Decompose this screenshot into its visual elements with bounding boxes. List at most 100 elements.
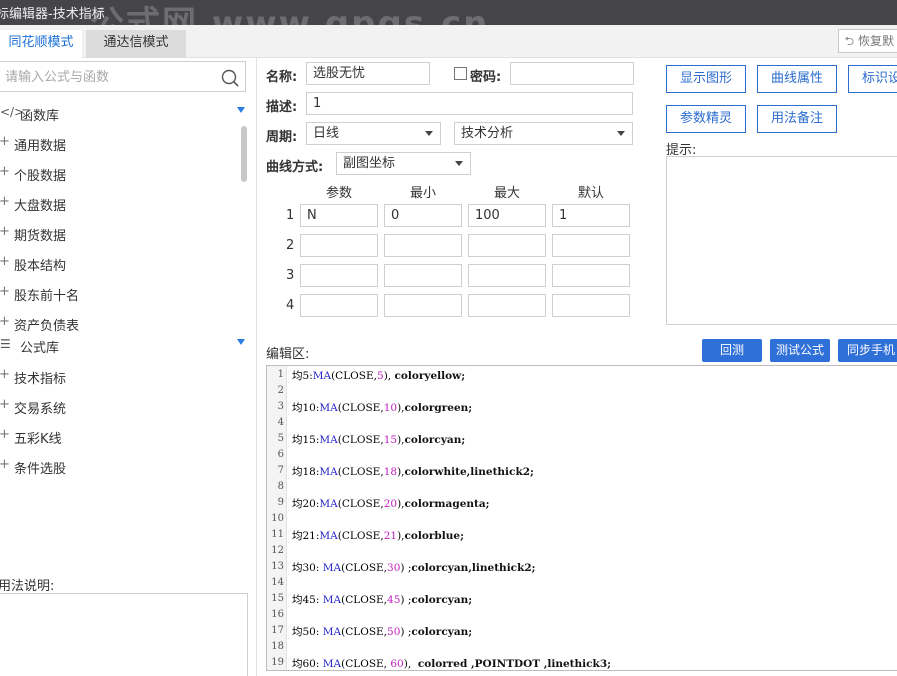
param-default-cell[interactable] <box>552 264 630 287</box>
code-token-name: 均21 <box>292 530 316 542</box>
code-token-arg: 21 <box>383 530 398 542</box>
line-number: 2 <box>277 385 284 396</box>
tree-item-label: 条件选股 <box>14 462 67 477</box>
curve-properties-button[interactable]: 曲线属性 <box>757 65 837 93</box>
code-line: 均10:MA(CLOSE,10),colorgreen; <box>292 400 472 415</box>
line-number: 7 <box>277 465 284 476</box>
code-token-literal: MA <box>322 562 342 574</box>
expand-plus-icon: + <box>0 194 10 209</box>
category-select[interactable]: 技术分析 <box>454 122 633 145</box>
line-number: 13 <box>271 561 284 572</box>
code-token-sep: : <box>315 626 323 638</box>
code-token-arg: 15 <box>383 434 398 446</box>
tree-item[interactable]: + 技术指标 <box>0 364 230 388</box>
search-icon[interactable] <box>220 68 240 88</box>
usage-label: 用法说明: <box>0 579 55 594</box>
param-max-cell[interactable] <box>468 234 546 257</box>
param-min-cell[interactable] <box>384 294 462 317</box>
expand-plus-icon: + <box>0 427 10 442</box>
code-line: 均45: MA(CLOSE,45) ;colorcyan; <box>292 592 472 607</box>
password-checkbox[interactable] <box>454 67 467 80</box>
code-token-name: 均50 <box>292 626 316 638</box>
code-token-literal: MA <box>319 498 338 510</box>
code-token-name: 均5 <box>292 370 310 382</box>
code-editor[interactable]: 1 均5:MA(CLOSE,5), coloryellow; 2 3 均10:MA(CL… <box>266 365 897 671</box>
tree-group-formula-library[interactable]: ☰ 公式库 <box>0 334 245 358</box>
left-panel: </> 函数库 + 通用数据 + 个股数据 + 大盘数据 + 期货数据 + 股本结构 + 股… <box>0 58 257 676</box>
sync-phone-button[interactable]: 同步手机 <box>838 339 897 362</box>
tree-item-label: 股本结构 <box>14 259 67 274</box>
show-chart-button[interactable]: 显示图形 <box>666 65 746 93</box>
tree-item-label: 资产负债表 <box>14 319 80 334</box>
restore-default-button[interactable]: ⮌ 恢复默 <box>837 29 897 53</box>
tree-item[interactable]: + 期货数据 <box>0 221 230 245</box>
search-input[interactable] <box>5 67 205 87</box>
tree-item[interactable]: + 大盘数据 <box>0 191 230 215</box>
code-token-literal: (CLOSE, <box>337 530 384 542</box>
param-default-cell[interactable] <box>552 294 630 317</box>
code-line: 均60: MA(CLOSE, 60), colorred ,POINTDOT ,… <box>292 656 611 670</box>
category-select-value: 技术分析 <box>461 126 514 141</box>
param-max-cell[interactable] <box>468 264 546 287</box>
chevron-down-icon <box>237 107 245 113</box>
usage-description-box[interactable] <box>0 593 248 676</box>
param-max-cell[interactable]: 100 <box>468 204 546 227</box>
param-name-cell[interactable] <box>300 234 378 257</box>
tree-item[interactable]: + 条件选股 <box>0 454 230 478</box>
param-wizard-button[interactable]: 参数精灵 <box>666 105 746 133</box>
tab-tonghuashun-mode[interactable]: 同花顺模式 <box>0 30 82 58</box>
code-line: 均18:MA(CLOSE,18),colorwhite,linethick2; <box>292 464 534 479</box>
tree-item[interactable]: + 个股数据 <box>0 161 230 185</box>
code-token-arg: 45 <box>387 594 401 606</box>
tree-item[interactable]: + 股本结构 <box>0 251 230 275</box>
param-max-cell[interactable] <box>468 294 546 317</box>
code-token-kw: colorgreen; <box>404 402 473 414</box>
name-input[interactable]: 选股无忧 <box>306 62 430 85</box>
code-token-arg: 20 <box>383 498 398 510</box>
tree-group-function-library[interactable]: </> 函数库 <box>0 102 245 126</box>
code-token-literal: MA <box>319 402 338 414</box>
line-number: 19 <box>271 657 284 668</box>
tree-item[interactable]: + 资产负债表 <box>0 311 230 335</box>
param-name-cell[interactable] <box>300 264 378 287</box>
code-token-literal: MA <box>319 434 338 446</box>
curve-mode-select[interactable]: 副图坐标 <box>336 152 471 175</box>
tree-item-label: 大盘数据 <box>14 199 67 214</box>
param-min-cell[interactable]: 0 <box>384 204 462 227</box>
code-token-literal: MA <box>322 626 342 638</box>
usage-note-button[interactable]: 用法备注 <box>757 105 837 133</box>
param-header-default: 默认 <box>577 186 604 201</box>
code-token-name: 均45 <box>292 594 316 606</box>
tree-item[interactable]: + 通用数据 <box>0 131 230 155</box>
backtest-button[interactable]: 回测 <box>702 339 762 362</box>
param-name-cell[interactable]: N <box>300 204 378 227</box>
param-min-cell[interactable] <box>384 234 462 257</box>
line-number: 14 <box>271 577 284 588</box>
period-select[interactable]: 日线 <box>306 122 441 145</box>
param-default-cell[interactable]: 1 <box>552 204 630 227</box>
code-line: 均50: MA(CLOSE,50) ;colorcyan; <box>292 624 472 639</box>
code-token-name: 均30 <box>292 562 316 574</box>
password-label: 密码: <box>470 70 502 85</box>
description-label: 描述: <box>266 100 298 115</box>
tree-item-label: 期货数据 <box>14 229 67 244</box>
description-input[interactable]: 1 <box>306 92 633 115</box>
tree-scrollbar[interactable] <box>241 126 247 182</box>
test-formula-button[interactable]: 测试公式 <box>770 339 830 362</box>
tab-tongdaxin-mode[interactable]: 通达信模式 <box>86 30 186 58</box>
line-number: 17 <box>271 625 284 636</box>
param-name-cell[interactable] <box>300 294 378 317</box>
param-min-cell[interactable] <box>384 264 462 287</box>
mark-settings-button[interactable]: 标识设 <box>848 65 897 93</box>
password-input[interactable] <box>510 62 634 85</box>
expand-plus-icon: + <box>0 367 10 382</box>
tree-item[interactable]: + 股东前十名 <box>0 281 230 305</box>
tree-item[interactable]: + 交易系统 <box>0 394 230 418</box>
code-token-kw: colorblue; <box>404 530 464 542</box>
code-token-literal: (CLOSE, <box>337 466 384 478</box>
line-number: 10 <box>271 513 284 524</box>
tree-item[interactable]: + 五彩K线 <box>0 424 230 448</box>
line-number: 3 <box>277 401 284 412</box>
param-default-cell[interactable] <box>552 234 630 257</box>
tree-item-label: 五彩K线 <box>14 432 62 447</box>
